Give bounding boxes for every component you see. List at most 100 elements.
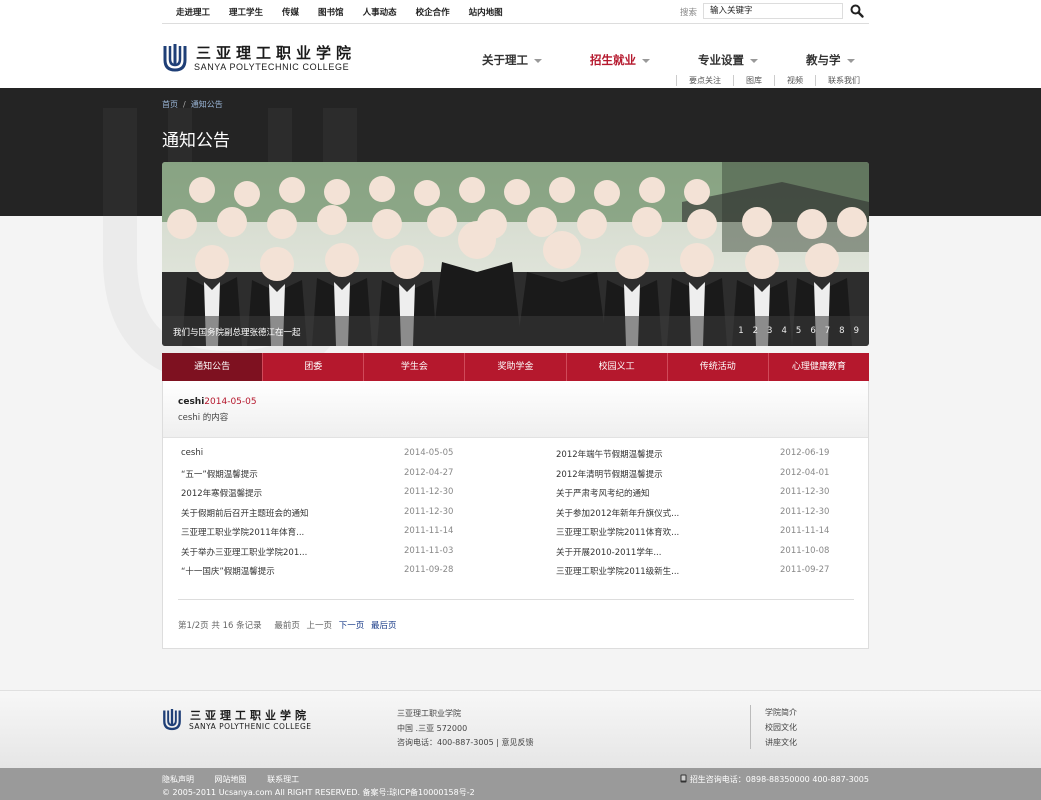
- list-item-title[interactable]: 2012年端午节假期温馨提示: [556, 448, 663, 460]
- top-link-about[interactable]: 走进理工: [176, 6, 210, 18]
- featured-title-line[interactable]: ceshi2014-05-05: [178, 397, 257, 407]
- list-item[interactable]: 关于开展2010-2011学年... 2011-10-08: [556, 543, 856, 563]
- bottom-bar: 隐私声明 网站地图 联系理工 © 2005-2011 Ucsanya.com A…: [0, 768, 1041, 800]
- list-item[interactable]: 三亚理工职业学院2011年体育... 2011-11-14: [181, 523, 521, 543]
- subnav-link-contact[interactable]: 联系我们: [815, 75, 872, 86]
- slider-caption: 我们与国务院副总理张德江在一起: [173, 328, 301, 338]
- list-item[interactable]: “五一”假期温馨提示 2012-04-27: [181, 465, 521, 485]
- tab-youth-league[interactable]: 团委: [263, 353, 365, 381]
- site-header: 三亚理工职业学院 SANYA POLYTECHNIC COLLEGE 关于理工 …: [0, 24, 1041, 88]
- list-item[interactable]: 三亚理工职业学院2011级新生... 2011-09-27: [556, 562, 856, 582]
- logo-english-name: SANYA POLYTECHNIC COLLEGE: [194, 62, 350, 72]
- list-item-title[interactable]: 三亚理工职业学院2011级新生...: [556, 565, 679, 577]
- top-link-cooperation[interactable]: 校企合作: [416, 6, 450, 18]
- list-divider: [178, 599, 854, 600]
- pagination-next[interactable]: 下一页: [339, 621, 365, 631]
- nav-item-majors[interactable]: 专业设置: [698, 52, 758, 68]
- list-item[interactable]: 关于举办三亚理工职业学院201... 2011-11-03: [181, 543, 521, 563]
- search-input[interactable]: 输入关键字: [703, 3, 843, 19]
- list-item[interactable]: 关于假期前后召开主题班会的通知 2011-12-30: [181, 504, 521, 524]
- breadcrumb-home[interactable]: 首页: [162, 100, 178, 109]
- top-link-library[interactable]: 图书馆: [318, 6, 344, 18]
- list-item-title[interactable]: 关于开展2010-2011学年...: [556, 546, 661, 558]
- breadcrumb-current[interactable]: 通知公告: [191, 100, 223, 109]
- list-item-title[interactable]: “十一国庆”假期温馨提示: [181, 565, 275, 577]
- list-item-title[interactable]: 三亚理工职业学院2011年体育...: [181, 526, 304, 538]
- list-item-title[interactable]: 关于严肃考风考纪的通知: [556, 487, 650, 499]
- list-item-date: 2014-05-05: [404, 448, 454, 458]
- slider-page-2[interactable]: 2: [753, 326, 758, 336]
- subnav-link-gallery[interactable]: 图库: [733, 75, 774, 86]
- list-item[interactable]: 2012年寒假温馨提示 2011-12-30: [181, 484, 521, 504]
- footer-feedback-link[interactable]: 意见反馈: [501, 738, 533, 747]
- list-item-title[interactable]: ceshi: [181, 448, 203, 458]
- college-emblem-icon: [163, 709, 181, 731]
- college-emblem-icon: [163, 44, 187, 72]
- slider-page-8[interactable]: 8: [839, 326, 844, 336]
- footer-logo[interactable]: 三亚理工职业学院 SANYA POLYTHENIC COLLEGE: [162, 707, 332, 733]
- list-item-title[interactable]: 2012年寒假温馨提示: [181, 487, 262, 499]
- list-item-date: 2012-06-19: [780, 448, 830, 458]
- list-item[interactable]: 2012年清明节假期温馨提示 2012-04-01: [556, 465, 856, 485]
- pagination-prev[interactable]: 上一页: [307, 621, 333, 631]
- photo-slider[interactable]: 我们与国务院副总理张德江在一起 1 2 3 4 5 6 7 8 9: [162, 162, 869, 346]
- slider-page-7[interactable]: 7: [825, 326, 830, 336]
- footer-link-culture[interactable]: 校园文化: [765, 720, 797, 735]
- list-item[interactable]: “十一国庆”假期温馨提示 2011-09-28: [181, 562, 521, 582]
- list-item[interactable]: 三亚理工职业学院2011体育欢... 2011-11-14: [556, 523, 856, 543]
- search-button[interactable]: [848, 3, 866, 19]
- slider-page-5[interactable]: 5: [796, 326, 801, 336]
- subnav-link-video[interactable]: 视频: [774, 75, 815, 86]
- tab-notices[interactable]: 通知公告: [162, 353, 264, 381]
- bottom-link-contact[interactable]: 联系理工: [267, 775, 299, 784]
- tab-traditions[interactable]: 传统活动: [668, 353, 769, 381]
- slider-page-3[interactable]: 3: [767, 326, 772, 336]
- slider-page-1[interactable]: 1: [738, 326, 743, 336]
- featured-body: ceshi 的内容: [178, 413, 229, 423]
- list-item-title[interactable]: 三亚理工职业学院2011体育欢...: [556, 526, 679, 538]
- featured-notice: ceshi2014-05-05 ceshi 的内容: [163, 381, 868, 438]
- site-footer: 三亚理工职业学院 SANYA POLYTHENIC COLLEGE 三亚理工职业…: [0, 690, 1041, 768]
- footer-link-lectures[interactable]: 讲座文化: [765, 735, 797, 750]
- chevron-down-icon: [750, 58, 758, 63]
- tab-scholarships[interactable]: 奖助学金: [465, 353, 567, 381]
- top-link-media[interactable]: 传媒: [282, 6, 299, 18]
- list-item[interactable]: 2012年端午节假期温馨提示 2012-06-19: [556, 445, 856, 465]
- slider-page-6[interactable]: 6: [810, 326, 815, 336]
- slider-page-4[interactable]: 4: [781, 326, 786, 336]
- nav-item-about[interactable]: 关于理工: [482, 52, 542, 68]
- list-item-title[interactable]: “五一”假期温馨提示: [181, 468, 258, 480]
- top-link-sitemap[interactable]: 站内地图: [469, 6, 503, 18]
- footer-phone: 咨询电话：400-887-3005: [397, 738, 494, 747]
- pagination-first[interactable]: 最前页: [274, 621, 300, 631]
- bottom-link-privacy[interactable]: 隐私声明: [162, 775, 194, 784]
- list-item-title[interactable]: 关于举办三亚理工职业学院201...: [181, 546, 307, 558]
- college-logo[interactable]: 三亚理工职业学院 SANYA POLYTECHNIC COLLEGE: [162, 42, 372, 74]
- top-link-personnel[interactable]: 人事动态: [363, 6, 397, 18]
- list-item[interactable]: 关于严肃考风考纪的通知 2011-12-30: [556, 484, 856, 504]
- chevron-down-icon: [534, 58, 542, 63]
- tab-volunteers[interactable]: 校园义工: [567, 353, 668, 381]
- pagination-last[interactable]: 最后页: [371, 621, 397, 631]
- list-item[interactable]: 关于参加2012年新年升旗仪式... 2011-12-30: [556, 504, 856, 524]
- list-item-date: 2011-12-30: [404, 506, 454, 517]
- slider-page-9[interactable]: 9: [854, 326, 859, 336]
- tab-mental-health[interactable]: 心理健康教育: [769, 353, 869, 381]
- pagination: 第1/2页 共 16 条记录 最前页 上一页 下一页 最后页: [178, 619, 396, 631]
- list-item[interactable]: ceshi 2014-05-05: [181, 445, 521, 465]
- nav-item-label: 专业设置: [698, 53, 744, 67]
- top-link-students[interactable]: 理工学生: [229, 6, 263, 18]
- list-item-title[interactable]: 关于参加2012年新年升旗仪式...: [556, 507, 679, 519]
- nav-item-admissions[interactable]: 招生就业: [590, 52, 650, 68]
- nav-item-teaching[interactable]: 教与学: [806, 52, 855, 68]
- notice-list-right: 2012年端午节假期温馨提示 2012-06-19 2012年清明节假期温馨提示 2…: [556, 445, 856, 582]
- list-item-title[interactable]: 关于假期前后召开主题班会的通知: [181, 507, 309, 519]
- featured-title[interactable]: ceshi: [178, 397, 204, 407]
- bottom-link-sitemap[interactable]: 网站地图: [215, 775, 247, 784]
- list-item-date: 2011-09-28: [404, 565, 454, 575]
- list-item-title[interactable]: 2012年清明节假期温馨提示: [556, 468, 663, 480]
- footer-link-intro[interactable]: 学院简介: [765, 705, 797, 720]
- subnav-link-focus[interactable]: 要点关注: [676, 75, 733, 86]
- tab-student-union[interactable]: 学生会: [364, 353, 466, 381]
- footer-college-name: 三亚理工职业学院: [397, 709, 461, 718]
